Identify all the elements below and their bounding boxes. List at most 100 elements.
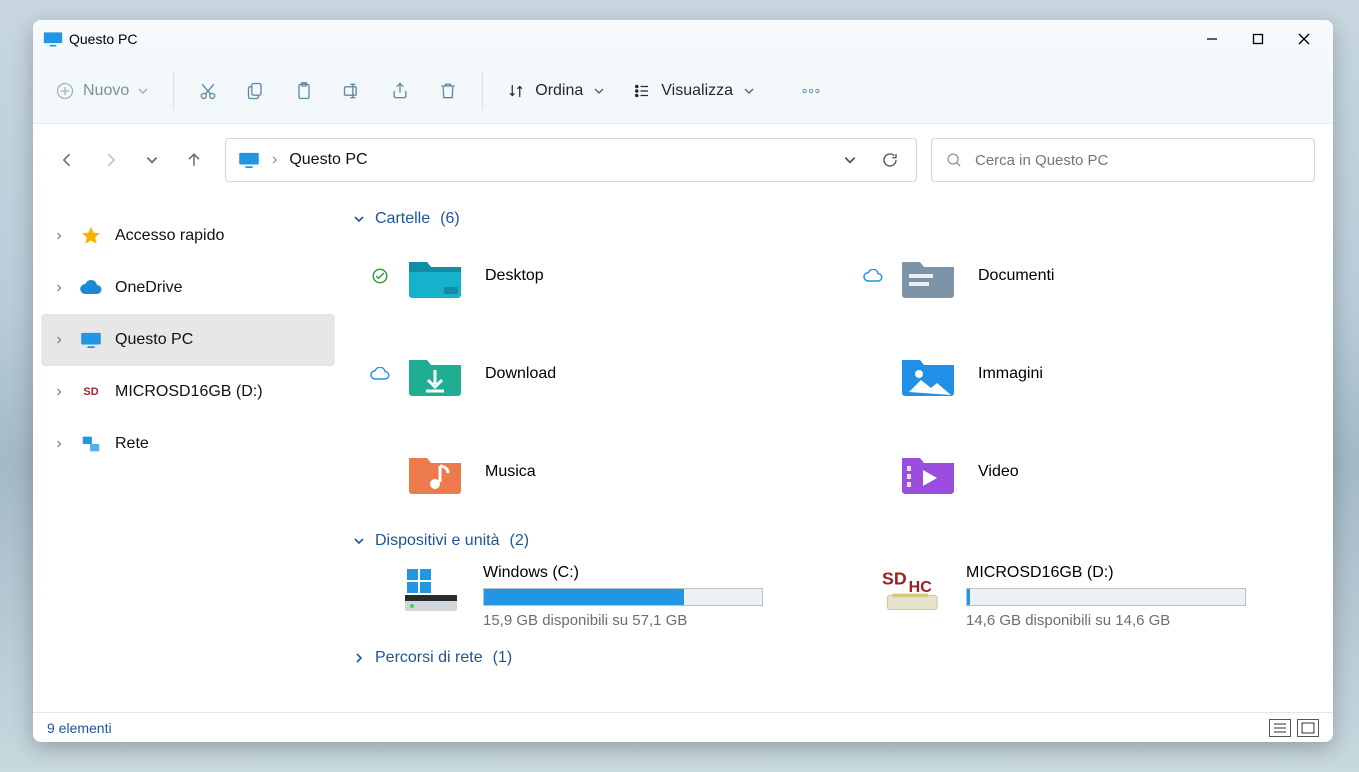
folder-documents[interactable]: Documenti <box>862 244 1325 308</box>
folder-videos[interactable]: Video <box>862 440 1325 504</box>
refresh-button[interactable] <box>876 146 904 174</box>
icons-view-button[interactable] <box>1297 719 1319 737</box>
share-button[interactable] <box>380 71 420 111</box>
breadcrumb-separator: › <box>272 151 277 169</box>
sidebar: › Accesso rapido › OneDrive › Questo PC … <box>33 196 343 712</box>
sort-label: Ordina <box>535 82 583 100</box>
drive-c[interactable]: Windows (C:) 15,9 GB disponibili su 57,1… <box>399 564 842 629</box>
delete-button[interactable] <box>428 71 468 111</box>
chevron-down-icon <box>593 85 605 97</box>
group-header-folders[interactable]: Cartelle (6) <box>349 200 1325 238</box>
sidebar-item-label: Rete <box>115 435 149 453</box>
sidebar-item-label: Accesso rapido <box>115 227 224 245</box>
folder-icon <box>898 447 958 497</box>
folder-pictures[interactable]: Immagini <box>862 342 1325 406</box>
folder-icon <box>405 447 465 497</box>
folder-label: Documenti <box>978 267 1054 285</box>
drive-label: Windows (C:) <box>483 564 842 582</box>
sort-button[interactable]: Ordina <box>497 76 615 106</box>
drive-icon <box>399 564 463 616</box>
view-label: Visualizza <box>661 82 733 100</box>
minimize-button[interactable] <box>1189 24 1235 54</box>
toolbar-separator <box>482 72 483 110</box>
maximize-button[interactable] <box>1235 24 1281 54</box>
status-item-count: 9 elementi <box>47 720 112 736</box>
chevron-right-icon: › <box>51 331 67 349</box>
up-button[interactable] <box>177 143 211 177</box>
folder-downloads[interactable]: Download <box>369 342 832 406</box>
details-view-button[interactable] <box>1269 719 1291 737</box>
sidebar-item-label: Questo PC <box>115 331 193 349</box>
more-button[interactable] <box>791 71 831 111</box>
toolbar-separator <box>173 72 174 110</box>
group-label: Cartelle <box>375 210 430 228</box>
folder-icon <box>405 251 465 301</box>
chevron-right-icon: › <box>51 279 67 297</box>
new-button[interactable]: Nuovo <box>45 75 159 107</box>
star-icon <box>79 224 103 248</box>
close-button[interactable] <box>1281 24 1327 54</box>
titlebar: Questo PC <box>33 20 1333 58</box>
chevron-down-icon <box>353 213 365 225</box>
sd-card-icon: SDHC <box>882 564 946 616</box>
group-count: (2) <box>510 532 530 550</box>
group-count: (6) <box>440 210 460 228</box>
address-bar[interactable]: › Questo PC <box>225 138 917 182</box>
search-input[interactable] <box>975 152 1300 169</box>
sidebar-item-this-pc[interactable]: › Questo PC <box>41 314 335 366</box>
cloud-icon <box>369 367 391 381</box>
paste-button[interactable] <box>284 71 324 111</box>
sidebar-item-microsd[interactable]: › SD MICROSD16GB (D:) <box>41 366 335 418</box>
sidebar-item-network[interactable]: › Rete <box>41 418 335 470</box>
drive-d[interactable]: SDHC MICROSD16GB (D:) 14,6 GB disponibil… <box>882 564 1325 629</box>
cut-button[interactable] <box>188 71 228 111</box>
folder-desktop[interactable]: Desktop <box>369 244 832 308</box>
chevron-right-icon: › <box>51 435 67 453</box>
folder-label: Desktop <box>485 267 544 285</box>
rename-button[interactable] <box>332 71 372 111</box>
breadcrumb-location[interactable]: Questo PC <box>289 151 367 169</box>
drive-availability: 15,9 GB disponibili su 57,1 GB <box>483 612 842 629</box>
back-button[interactable] <box>51 143 85 177</box>
sidebar-item-onedrive[interactable]: › OneDrive <box>41 262 335 314</box>
chevron-right-icon: › <box>51 383 67 401</box>
copy-button[interactable] <box>236 71 276 111</box>
group-header-drives[interactable]: Dispositivi e unità (2) <box>349 522 1325 560</box>
drive-usage-bar <box>966 588 1246 606</box>
content-pane: Cartelle (6) Desktop Documenti <box>343 196 1333 712</box>
network-icon <box>79 432 103 456</box>
view-button[interactable]: Visualizza <box>623 76 765 106</box>
explorer-window: Questo PC Nuovo Ordi <box>33 20 1333 742</box>
folder-icon <box>898 251 958 301</box>
chevron-right-icon: › <box>51 227 67 245</box>
search-box[interactable] <box>931 138 1315 182</box>
window-title: Questo PC <box>69 31 1189 47</box>
toolbar: Nuovo Ordina Visualizza <box>33 58 1333 124</box>
group-header-network[interactable]: Percorsi di rete (1) <box>349 639 1325 677</box>
search-icon <box>946 152 963 169</box>
folder-label: Musica <box>485 463 536 481</box>
monitor-icon <box>79 328 103 352</box>
drive-usage-bar <box>483 588 763 606</box>
new-button-label: Nuovo <box>83 82 129 100</box>
group-label: Percorsi di rete <box>375 649 483 667</box>
forward-button[interactable] <box>93 143 127 177</box>
folder-icon <box>898 349 958 399</box>
sidebar-item-label: MICROSD16GB (D:) <box>115 383 263 401</box>
folder-music[interactable]: Musica <box>369 440 832 504</box>
recent-locations-button[interactable] <box>135 143 169 177</box>
chevron-down-icon <box>353 535 365 547</box>
navigation-row: › Questo PC <box>33 124 1333 196</box>
address-dropdown[interactable] <box>836 146 864 174</box>
sidebar-item-quick-access[interactable]: › Accesso rapido <box>41 210 335 262</box>
cloud-icon <box>862 269 884 283</box>
cloud-icon <box>79 276 103 300</box>
folder-label: Video <box>978 463 1019 481</box>
status-bar: 9 elementi <box>33 712 1333 742</box>
folder-icon <box>405 349 465 399</box>
folder-label: Download <box>485 365 556 383</box>
sd-card-icon: SD <box>79 380 103 404</box>
drive-label: MICROSD16GB (D:) <box>966 564 1325 582</box>
synced-icon <box>369 267 391 285</box>
monitor-icon <box>238 152 260 168</box>
